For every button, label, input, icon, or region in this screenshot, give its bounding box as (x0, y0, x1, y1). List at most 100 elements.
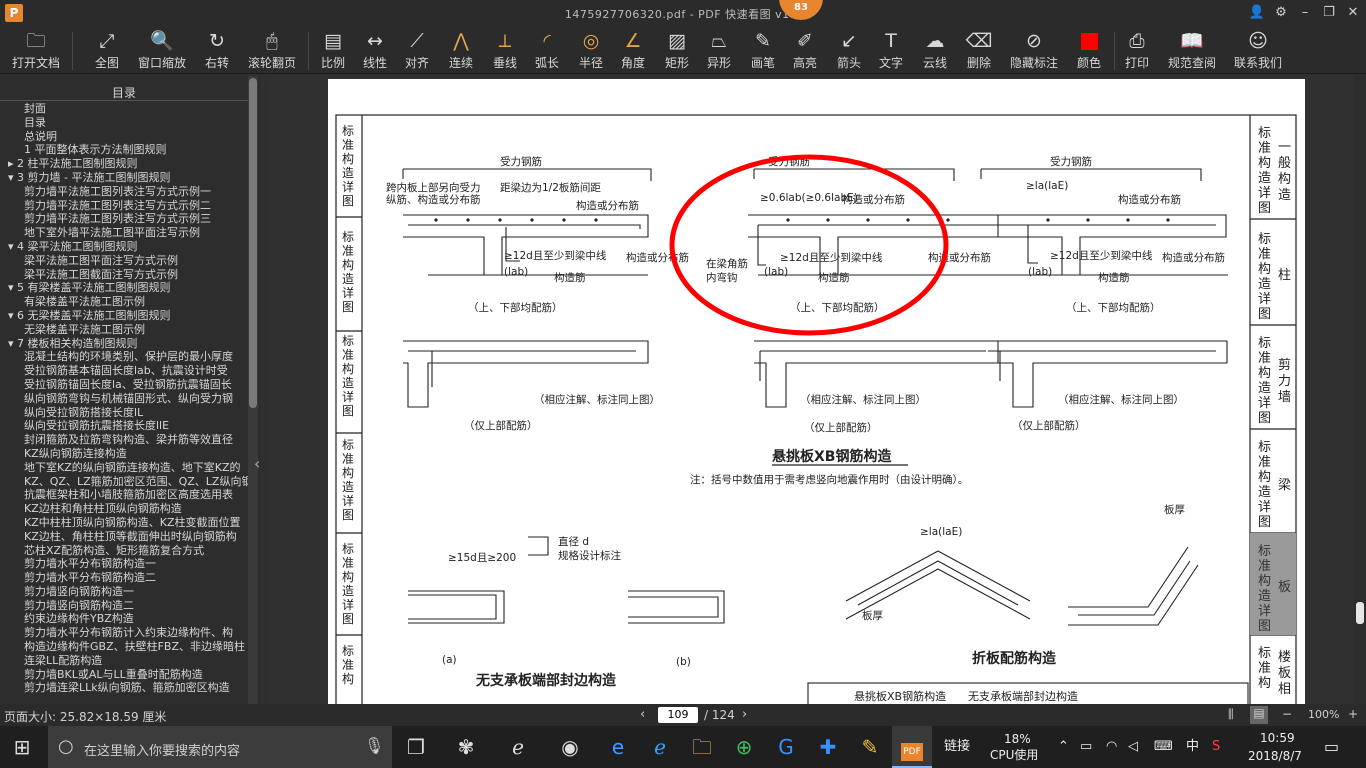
close-icon[interactable]: ✕ (1344, 4, 1362, 22)
outline-item[interactable]: 纵向钢筋弯钩与机械锚固形式、纵向受力钢 (0, 392, 248, 406)
battery-icon[interactable]: ▭ (1080, 726, 1092, 768)
outline-item[interactable]: ▸ 2 柱平法施工图制图规则 (0, 157, 248, 171)
page-scroll-thumb[interactable] (1356, 602, 1364, 624)
arc-length-button[interactable]: ◜ 弧长 (530, 26, 564, 74)
continuous-view-icon[interactable]: ⫼ (1228, 707, 1234, 722)
outline-item[interactable]: KZ中柱柱顶纵向钢筋构造、KZ柱变截面位置 (0, 516, 248, 530)
align-button[interactable]: ⟋ 对齐 (400, 26, 434, 74)
settings-icon[interactable]: ⚙ (1272, 4, 1290, 22)
continuous-button[interactable]: ⋀ 连续 (444, 26, 478, 74)
outline-item[interactable]: ▾ 5 有梁楼盖平法施工图制图规则 (0, 281, 248, 295)
radius-button[interactable]: ◎ 半径 (574, 26, 608, 74)
arrow-button[interactable]: ↙ 箭头 (832, 26, 866, 74)
outline-item[interactable]: KZ边柱、角柱柱顶等截面伸出时纵向钢筋构 (0, 530, 248, 544)
angle-button[interactable]: ∠ 角度 (616, 26, 650, 74)
notification-center-icon[interactable]: ▭ (1324, 726, 1339, 768)
outline-item[interactable]: 剪力墙平法施工图列表注写方式示例二 (0, 199, 248, 213)
hide-markup-button[interactable]: ⊘ 隐藏标注 (1006, 26, 1062, 74)
maximize-icon[interactable]: ❐ (1320, 4, 1338, 22)
outline-item[interactable]: 地下室KZ的纵向钢筋连接构造、地下室KZ的 (0, 461, 248, 475)
zoom-out-button[interactable]: − (1282, 707, 1292, 721)
polygon-button[interactable]: ⏢ 异形 (702, 26, 736, 74)
chrome-g-icon[interactable]: G (766, 726, 806, 768)
outline-item[interactable]: 剪力墙水平分布钢筋计入约束边缘构件、构 (0, 626, 248, 640)
print-button[interactable]: ⎙ 打印 (1120, 26, 1154, 74)
browser360-icon[interactable]: ⊕ (724, 726, 764, 768)
linear-button[interactable]: ↔ 线性 (358, 26, 392, 74)
outline-item[interactable]: 纵向受拉钢筋搭接长度lL (0, 406, 248, 420)
ie-icon[interactable]: ℯ (640, 726, 680, 768)
task-view-icon[interactable]: ❐ (396, 726, 436, 768)
app-plus-icon[interactable]: ✚ (808, 726, 848, 768)
link-text[interactable]: 链接 (944, 726, 970, 768)
highlight-button[interactable]: ✐ 高亮 (788, 26, 822, 74)
sidebar-scroll-thumb[interactable] (249, 78, 257, 408)
taskbar-search[interactable]: ○ 在这里输入你要搜索的内容 🎙 (48, 726, 392, 768)
outline-item[interactable]: 剪力墙BKL或AL与LL重叠时配筋构造 (0, 668, 248, 682)
wifi-icon[interactable]: ◠ (1106, 726, 1117, 768)
mic-icon[interactable]: 🎙 (364, 736, 384, 755)
color-button[interactable]: 颜色 (1072, 26, 1106, 74)
outline-item[interactable]: 约束边缘构件YBZ构造 (0, 612, 248, 626)
outline-item[interactable]: 受拉钢筋基本锚固长度lab、抗震设计时受 (0, 364, 248, 378)
volume-icon[interactable]: ◁ (1128, 726, 1138, 768)
outline-item[interactable]: 连梁LL配筋构造 (0, 654, 248, 668)
clock-date[interactable]: 2018/8/7 (1248, 748, 1302, 764)
user-icon[interactable]: 👤 (1248, 4, 1266, 22)
wheel-page-button[interactable]: 🖱 滚轮翻页 (244, 26, 300, 74)
pen-button[interactable]: ✎ 画笔 (746, 26, 780, 74)
zoom-in-button[interactable]: + (1348, 707, 1358, 721)
fit-all-button[interactable]: ⤢ 全图 (88, 26, 126, 74)
cloud-line-button[interactable]: ☁ 云线 (918, 26, 952, 74)
chevron-up-icon[interactable]: ⌃ (1058, 726, 1069, 768)
outline-item[interactable]: 剪力墙水平分布钢筋构造一 (0, 557, 248, 571)
single-page-view-icon[interactable]: ▤ (1250, 706, 1268, 724)
outline-item[interactable]: 梁平法施工图平面注写方式示例 (0, 254, 248, 268)
pdf-viewer-taskbar-icon[interactable]: PDF (892, 726, 932, 768)
outline-item[interactable]: ▾ 3 剪力墙 - 平法施工图制图规则 (0, 171, 248, 185)
outline-item[interactable]: 抗震框架柱和小墙肢箍筋加密区高度选用表 (0, 488, 248, 502)
outline-item[interactable]: 构造边缘构件GBZ、扶壁柱FBZ、非边缘暗柱 (0, 640, 248, 654)
outline-item[interactable]: KZ边柱和角柱柱顶纵向钢筋构造 (0, 502, 248, 516)
next-page-button[interactable]: › (742, 707, 747, 722)
keyboard-icon[interactable]: ⌨ (1154, 726, 1173, 768)
text-button[interactable]: T 文字 (874, 26, 908, 74)
outline-item[interactable]: 剪力墙平法施工图列表注写方式示例三 (0, 212, 248, 226)
outline-item[interactable]: 梁平法施工图截面注写方式示例 (0, 268, 248, 282)
outline-item[interactable]: ▾ 7 楼板相关构造制图规则 (0, 337, 248, 351)
file-explorer-icon[interactable]: 🗀 (682, 726, 722, 768)
outline-item[interactable]: 剪力墙平法施工图列表注写方式示例一 (0, 185, 248, 199)
outline-item[interactable]: 纵向受拉钢筋抗震搭接长度llE (0, 419, 248, 433)
ie-browser-icon[interactable]: ℯ (498, 726, 538, 768)
outline-item[interactable]: ▾ 4 梁平法施工图制图规则 (0, 240, 248, 254)
collapse-sidebar-icon[interactable]: ‹ (254, 454, 260, 473)
rectangle-button[interactable]: ▨ 矩形 (660, 26, 694, 74)
outline-item[interactable]: 剪力墙竖向钢筋构造二 (0, 599, 248, 613)
app-pinwheel-icon[interactable]: ✾ (446, 726, 486, 768)
outline-item[interactable]: 封闭箍筋及拉筋弯钩构造、梁并筋等效直径 (0, 433, 248, 447)
app-swirl-icon[interactable]: ◉ (550, 726, 590, 768)
outline-item[interactable]: 剪力墙水平分布钢筋构造二 (0, 571, 248, 585)
open-document-button[interactable]: 🗀 打开文档 (8, 26, 64, 74)
outline-item[interactable]: KZ纵向钢筋连接构造 (0, 447, 248, 461)
outline-item[interactable]: 1 平面整体表示方法制图规则 (0, 143, 248, 157)
clock-time[interactable]: 10:59 (1260, 730, 1295, 746)
outline-item[interactable]: 总说明 (0, 130, 248, 144)
minimize-icon[interactable]: – (1296, 4, 1314, 22)
rotate-right-button[interactable]: ↻ 右转 (198, 26, 236, 74)
outline-item[interactable]: 受拉钢筋锚固长度la、受拉钢筋抗震锚固长 (0, 378, 248, 392)
perpendicular-button[interactable]: ⟂ 垂线 (488, 26, 522, 74)
ime-text[interactable]: 中 (1186, 726, 1199, 768)
sogou-icon[interactable]: S (1212, 726, 1220, 768)
outline-item[interactable]: 混凝土结构的环境类别、保护层的最小厚度 (0, 350, 248, 364)
outline-item[interactable]: ▾ 6 无梁楼盖平法施工图制图规则 (0, 309, 248, 323)
notes-icon[interactable]: ✎ (850, 726, 890, 768)
outline-item[interactable]: 无梁楼盖平法施工图示例 (0, 323, 248, 337)
prev-page-button[interactable]: ‹ (640, 707, 645, 722)
outline-item[interactable]: 地下室外墙平法施工图平面注写示例 (0, 226, 248, 240)
outline-item[interactable]: KZ、QZ、LZ箍筋加密区范围、QZ、LZ纵向钢 (0, 475, 248, 489)
scale-button[interactable]: ▤ 比例 (316, 26, 350, 74)
page-number-input[interactable]: 109 (658, 707, 698, 723)
outline-item[interactable]: 封面 (0, 102, 248, 116)
spec-lookup-button[interactable]: 📖 规范查阅 (1164, 26, 1220, 74)
